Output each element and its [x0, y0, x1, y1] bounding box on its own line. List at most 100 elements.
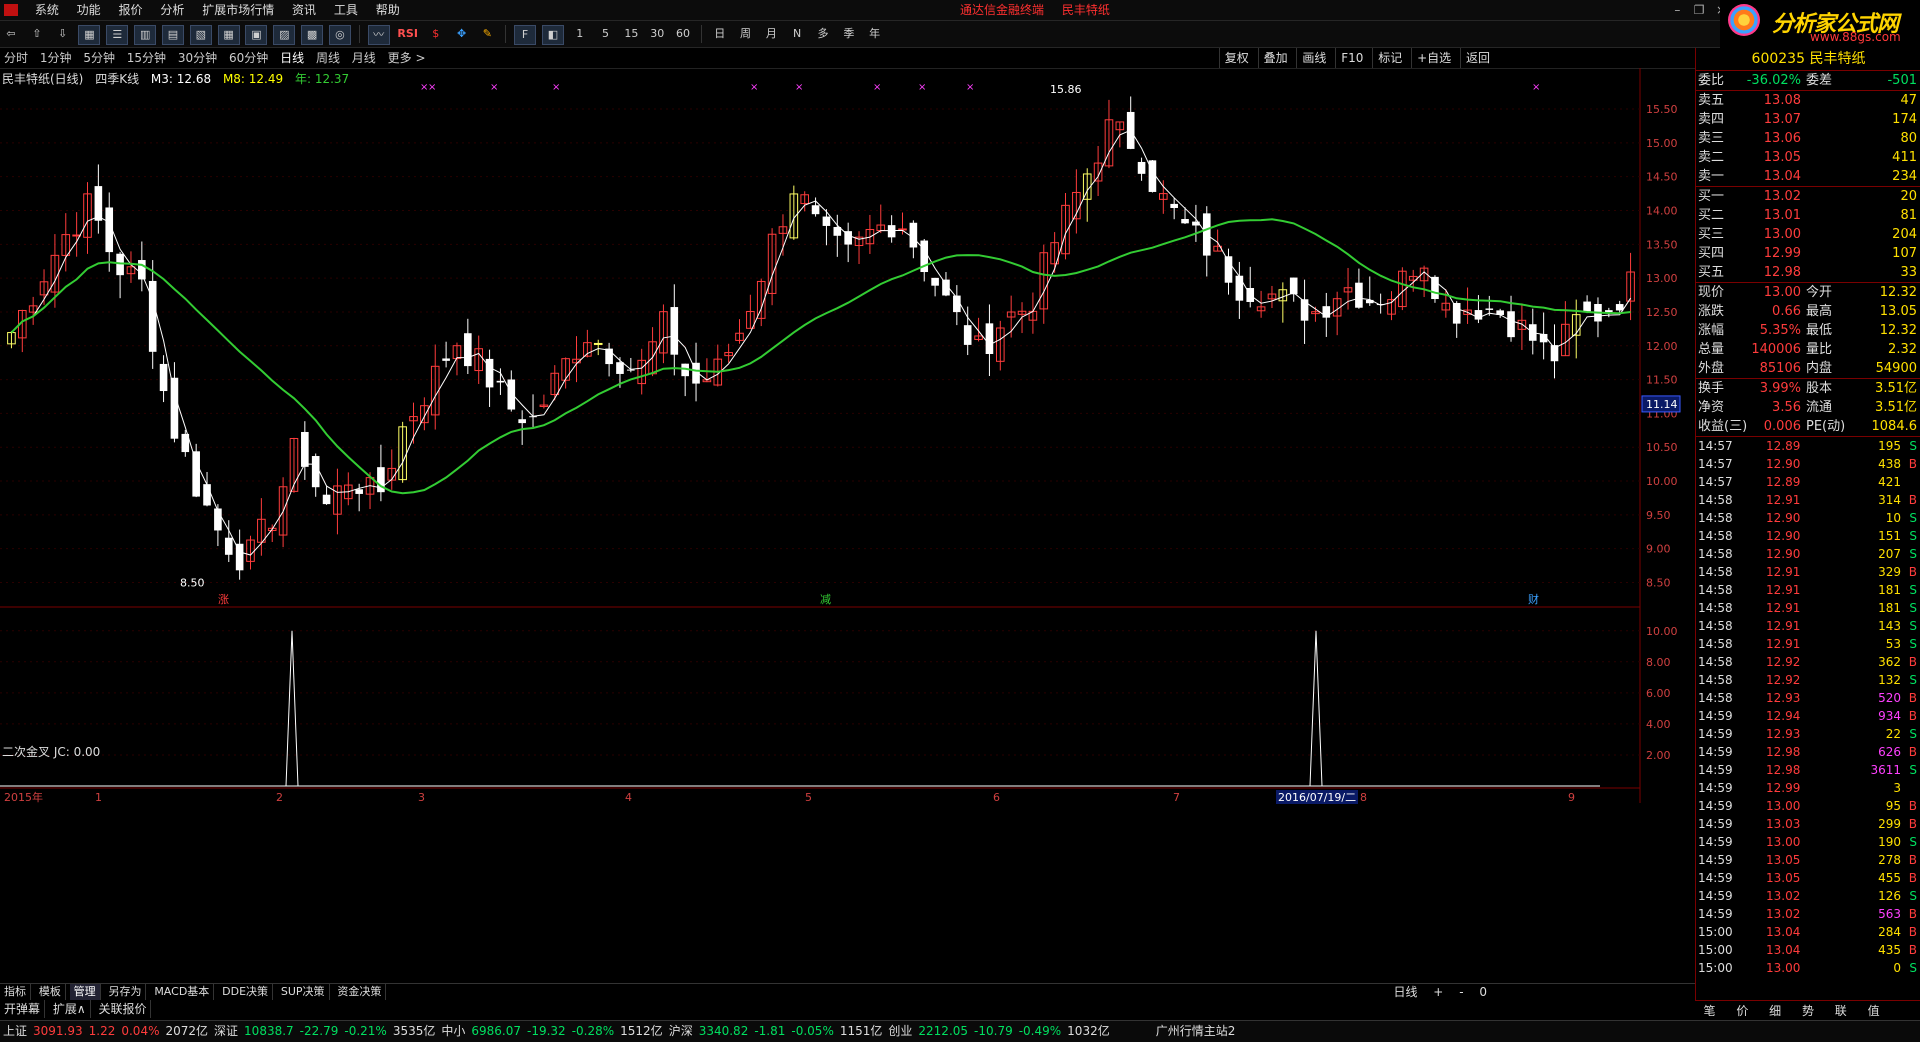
mark-button[interactable]: 标记: [1372, 48, 1407, 68]
tab-fund[interactable]: 资金决策: [333, 984, 387, 1000]
tab-trend[interactable]: 势: [1793, 1001, 1822, 1021]
list-icon[interactable]: ☰: [106, 25, 129, 45]
minimize-icon[interactable]: –: [1668, 0, 1686, 20]
period-tab-monthly[interactable]: 月线: [348, 48, 380, 68]
indicator-tick-label: 4.00: [1646, 718, 1671, 731]
tick-list[interactable]: 14:57 12.89 195 S 14:57 12.90 438 B 14:57 12.89 42…: [1696, 437, 1920, 977]
menu-ext-market[interactable]: 扩展市场行情: [195, 0, 281, 20]
fs-icon[interactable]: F: [514, 25, 537, 45]
tab-sup[interactable]: SUP决策: [277, 984, 330, 1000]
period-tab-more[interactable]: 更多 >: [384, 48, 430, 68]
toolbar-separator: [358, 25, 360, 43]
overlay-button[interactable]: 叠加: [1257, 48, 1293, 68]
menu-system[interactable]: 系统: [28, 0, 66, 20]
expand-button[interactable]: 扩展∧: [49, 1000, 91, 1018]
tab-template[interactable]: 模板: [35, 984, 66, 1000]
rsi-icon[interactable]: RSI: [395, 25, 420, 43]
tick-direction: S: [1909, 889, 1917, 903]
kline-chart[interactable]: 15.5015.0014.5014.0013.5013.0012.5012.00…: [0, 68, 1694, 983]
calendar-icon[interactable]: ▣: [245, 25, 268, 45]
cycle-multi-button[interactable]: 多: [813, 25, 833, 43]
tab-prices[interactable]: 价: [1728, 1001, 1757, 1021]
chart-area[interactable]: 15.50 15.00 14.50 14.00 13.50 13.00 12.50 12.00…: [0, 68, 1718, 968]
cycle-n-button[interactable]: N: [787, 25, 807, 43]
candle-body-down: [1170, 203, 1178, 208]
period-1-button[interactable]: 1: [570, 25, 590, 43]
menu-analysis[interactable]: 分析: [153, 0, 191, 20]
period-tab-1min[interactable]: 1分钟: [36, 48, 76, 68]
period-tab-5min[interactable]: 5分钟: [79, 48, 119, 68]
split-icon[interactable]: ◧: [541, 25, 564, 45]
fund-icon[interactable]: ▧: [189, 25, 212, 45]
news-icon[interactable]: ▩: [301, 25, 324, 45]
tab-save-as[interactable]: 另存为: [104, 984, 147, 1000]
cycle-week-button[interactable]: 周: [736, 25, 756, 43]
tab-value[interactable]: 值: [1859, 1001, 1888, 1021]
down-arrow-icon[interactable]: ⇩: [53, 25, 73, 43]
tab-manage[interactable]: 管理: [69, 984, 101, 1000]
menu-quote[interactable]: 报价: [112, 0, 150, 20]
tab-dde[interactable]: DDE决策: [218, 984, 274, 1000]
f10-icon[interactable]: ▨: [273, 25, 296, 45]
cycle-month-button[interactable]: 月: [761, 25, 781, 43]
return-button[interactable]: 返回: [1459, 48, 1495, 68]
period-tab-60min[interactable]: 60分钟: [225, 48, 272, 68]
zoom-out-button[interactable]: -: [1453, 984, 1469, 1000]
tab-indicator[interactable]: 指标: [0, 984, 31, 1000]
server-name[interactable]: 广州行情主站2: [1153, 1021, 1239, 1041]
price-tick-label: 9.50: [1646, 509, 1671, 522]
candle-body-down: [909, 222, 918, 248]
tab-detail[interactable]: 细: [1761, 1001, 1790, 1021]
line-chart-icon[interactable]: 〰: [367, 25, 390, 45]
period-15-button[interactable]: 15: [621, 25, 641, 43]
report-icon[interactable]: ▤: [161, 25, 184, 45]
period-tab-15min[interactable]: 15分钟: [123, 48, 170, 68]
quote-label: 买四: [1698, 246, 1725, 261]
zoom-reset-button[interactable]: 0: [1473, 984, 1493, 1000]
f10-button[interactable]: F10: [1335, 48, 1368, 68]
period-60-button[interactable]: 60: [673, 25, 693, 43]
candle-body-down: [203, 484, 211, 506]
menu-function[interactable]: 功能: [70, 0, 108, 20]
move-icon[interactable]: ✥: [452, 25, 472, 43]
period-tab-timeshare[interactable]: 分时: [0, 48, 32, 68]
dollar-icon[interactable]: $: [426, 25, 446, 43]
tick-price: 12.90: [1766, 529, 1801, 543]
cycle-day-button[interactable]: 日: [710, 25, 730, 43]
tick-row: 14:58 12.90 151 S: [1696, 527, 1920, 545]
period-tab-weekly[interactable]: 周线: [312, 48, 344, 68]
menu-help[interactable]: 帮助: [369, 0, 407, 20]
bar-chart-icon[interactable]: ▥: [134, 25, 157, 45]
tick-row: 14:58 12.91 329 B: [1696, 563, 1920, 581]
up-arrow-icon[interactable]: ⇧: [27, 25, 47, 43]
draw-line-button[interactable]: 画线: [1296, 48, 1331, 68]
index-amount: 1512亿: [620, 1024, 663, 1038]
related-quote-button[interactable]: 关联报价: [94, 1000, 152, 1018]
cycle-year-button[interactable]: 年: [865, 25, 885, 43]
period-5-button[interactable]: 5: [596, 25, 616, 43]
period-tab-30min[interactable]: 30分钟: [174, 48, 221, 68]
table-icon[interactable]: ▦: [217, 25, 240, 45]
danmaku-button[interactable]: 开弹幕: [0, 1000, 46, 1018]
cycle-season-button[interactable]: 季: [839, 25, 859, 43]
tab-linked[interactable]: 联: [1826, 1001, 1855, 1021]
period-tab-daily[interactable]: 日线: [276, 48, 308, 68]
tick-time: 14:59: [1698, 745, 1733, 759]
pen-icon[interactable]: ✎: [477, 25, 497, 43]
adjust-button[interactable]: 复权: [1218, 48, 1254, 68]
tab-macd[interactable]: MACD基本: [150, 984, 215, 1000]
menu-tools[interactable]: 工具: [327, 0, 365, 20]
zoom-in-button[interactable]: +: [1427, 984, 1449, 1000]
add-watchlist-button[interactable]: +自选: [1411, 48, 1456, 68]
tab-trades[interactable]: 笔: [1695, 1001, 1724, 1021]
tick-direction: S: [1909, 727, 1917, 741]
back-arrow-icon[interactable]: ⇦: [1, 25, 21, 43]
target-icon[interactable]: ◎: [328, 25, 351, 45]
restore-icon[interactable]: ❐: [1690, 0, 1708, 20]
bid-row: 买四 12.99 107: [1696, 244, 1920, 263]
tick-time: 15:00: [1698, 925, 1733, 939]
grid-icon[interactable]: ▦: [78, 25, 101, 45]
tick-price: 12.91: [1766, 493, 1801, 507]
menu-news[interactable]: 资讯: [285, 0, 323, 20]
period-30-button[interactable]: 30: [647, 25, 667, 43]
